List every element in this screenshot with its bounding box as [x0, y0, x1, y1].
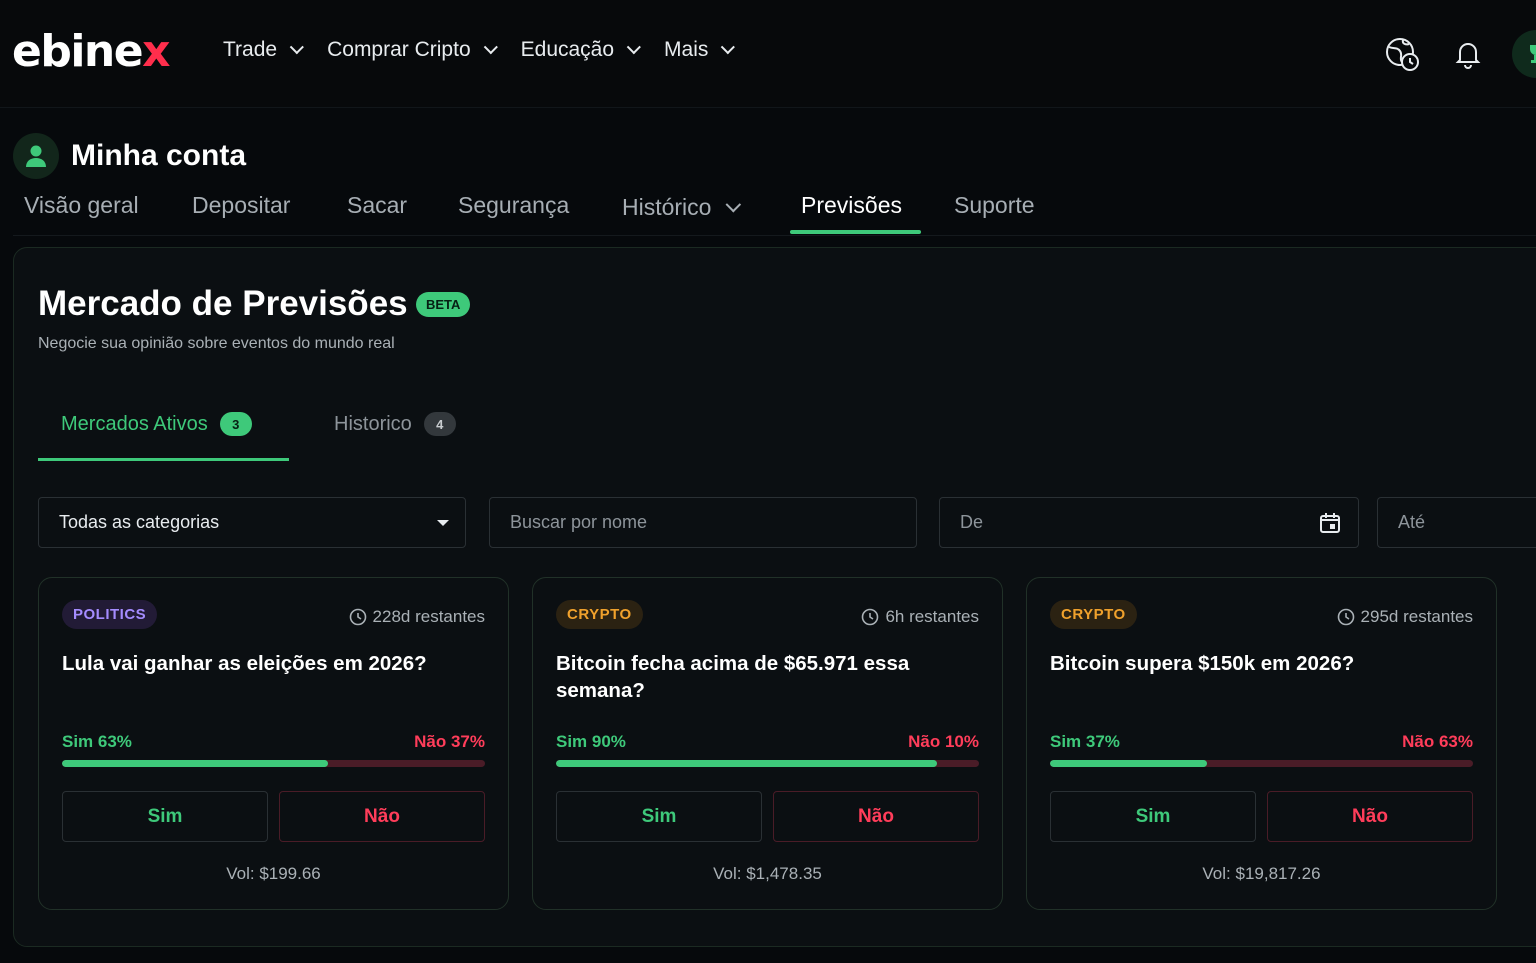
tab-historico-market-label: Historico	[334, 412, 412, 435]
no-percent: Não 10%	[908, 732, 979, 751]
nav-educacao-label: Educação	[520, 38, 615, 61]
yes-button[interactable]: Sim	[62, 791, 268, 842]
odds-bar	[62, 760, 485, 767]
top-navigation-bar: ebinex Trade Comprar Cripto Educação Mai…	[0, 0, 1536, 108]
market-card[interactable]: CRYPTO 295d restantes Bitcoin supera $15…	[1026, 577, 1497, 910]
time-remaining: 295d restantes	[1337, 607, 1473, 627]
tab-sacar[interactable]: Sacar	[347, 192, 407, 219]
beta-badge: BETA	[416, 292, 471, 317]
count-badge: 3	[219, 412, 252, 436]
time-remaining-label: 6h restantes	[885, 607, 979, 626]
prediction-market-panel: Mercado de Previsões BETA Negocie sua op…	[13, 247, 1536, 947]
tab-previsoes[interactable]: Previsões	[801, 192, 902, 219]
tab-visao-geral[interactable]: Visão geral	[24, 192, 139, 219]
active-subtab-indicator	[38, 458, 289, 461]
odds-bar-fill	[556, 760, 937, 767]
yes-percent: Sim 90%	[556, 732, 626, 751]
date-to-placeholder: Até	[1398, 512, 1426, 532]
globe-clock-icon[interactable]	[1380, 32, 1424, 76]
no-button[interactable]: Não	[279, 791, 485, 842]
date-to-input[interactable]: Até	[1377, 497, 1536, 548]
chevron-down-icon	[721, 40, 736, 55]
tab-depositar[interactable]: Depositar	[192, 192, 290, 219]
nav-mais[interactable]: Mais	[664, 38, 736, 62]
clock-icon	[349, 608, 366, 626]
nav-trade[interactable]: Trade	[223, 38, 304, 62]
search-input-placeholder: Buscar por nome	[510, 512, 648, 532]
no-button[interactable]: Não	[773, 791, 979, 842]
calendar-icon[interactable]	[1318, 511, 1342, 540]
odds-bar-fill	[1050, 760, 1207, 767]
yes-percent: Sim 63%	[62, 732, 132, 751]
chevron-down-icon	[483, 40, 498, 55]
count-badge: 4	[423, 412, 456, 436]
dropdown-caret-icon	[437, 520, 449, 526]
nav-trade-label: Trade	[223, 38, 278, 61]
chevron-down-icon	[726, 196, 742, 213]
category-badge: CRYPTO	[1050, 600, 1137, 629]
logo-x: x	[142, 26, 170, 77]
search-input[interactable]: Buscar por nome	[489, 497, 917, 548]
market-card[interactable]: CRYPTO 6h restantes Bitcoin fecha acima …	[532, 577, 1003, 910]
chevron-down-icon	[289, 40, 304, 55]
volume-label: Vol: $1,478.35	[713, 864, 822, 883]
market-title: Mercado de Previsões	[38, 284, 408, 323]
volume-label: Vol: $199.66	[226, 864, 321, 883]
market-question: Bitcoin fecha acima de $65.971 essa sema…	[556, 652, 910, 702]
clock-icon	[862, 608, 879, 626]
volume-label: Vol: $19,817.26	[1202, 864, 1321, 883]
nav-educacao[interactable]: Educação	[520, 38, 641, 62]
date-from-placeholder: De	[960, 512, 984, 532]
tab-mercados-ativos-label: Mercados Ativos	[61, 412, 208, 435]
yes-button[interactable]: Sim	[1050, 791, 1256, 842]
yes-button[interactable]: Sim	[556, 791, 762, 842]
market-question: Bitcoin supera $150k em 2026?	[1050, 652, 1355, 675]
odds-bar-fill	[62, 760, 329, 767]
bell-icon[interactable]	[1446, 32, 1490, 76]
no-percent: Não 63%	[1402, 732, 1473, 751]
ebinex-logo[interactable]: ebinex	[12, 26, 170, 77]
yes-percent: Sim 37%	[1050, 732, 1120, 751]
odds-bar	[1050, 760, 1473, 767]
no-percent: Não 37%	[414, 732, 485, 751]
category-badge: CRYPTO	[556, 600, 643, 629]
chevron-down-icon	[626, 40, 641, 55]
nav-comprar-cripto-label: Comprar Cripto	[327, 38, 471, 61]
nav-mais-label: Mais	[664, 38, 709, 61]
time-remaining: 228d restantes	[349, 607, 485, 627]
time-remaining-label: 295d restantes	[1360, 607, 1473, 626]
tab-mercados-ativos[interactable]: Mercados Ativos 3	[61, 412, 252, 436]
page-title: Minha conta	[71, 139, 247, 172]
market-card[interactable]: POLITICS 228d restantes Lula vai ganhar …	[38, 577, 509, 910]
top-icons	[1380, 30, 1536, 78]
tab-historico-market[interactable]: Historico 4	[334, 412, 456, 436]
category-select-value: Todas as categorias	[59, 512, 220, 532]
main-nav: Trade Comprar Cripto Educação Mais	[223, 38, 736, 62]
category-select[interactable]: Todas as categorias	[38, 497, 466, 548]
time-remaining-label: 228d restantes	[372, 607, 485, 626]
market-subtitle: Negocie sua opinião sobre eventos do mun…	[38, 335, 395, 352]
odds-bar	[556, 760, 979, 767]
market-question: Lula vai ganhar as eleições em 2026?	[62, 652, 427, 675]
tab-historico[interactable]: Histórico	[622, 194, 742, 221]
no-button[interactable]: Não	[1267, 791, 1473, 842]
trophy-icon[interactable]	[1512, 30, 1536, 78]
tab-suporte[interactable]: Suporte	[954, 192, 1035, 219]
tab-historico-label: Histórico	[622, 194, 712, 220]
category-badge: POLITICS	[62, 600, 158, 629]
time-remaining: 6h restantes	[861, 607, 979, 627]
active-tab-indicator	[790, 230, 921, 234]
account-tabs: Visão geral Depositar Sacar Segurança Hi…	[13, 192, 1536, 236]
user-avatar-icon	[13, 133, 59, 179]
date-from-input[interactable]: De	[939, 497, 1359, 548]
logo-text: ebine	[12, 26, 144, 77]
clock-icon	[1337, 608, 1354, 626]
tab-seguranca[interactable]: Segurança	[458, 192, 569, 219]
account-header: Minha conta	[13, 133, 246, 179]
nav-comprar-cripto[interactable]: Comprar Cripto	[327, 38, 498, 62]
